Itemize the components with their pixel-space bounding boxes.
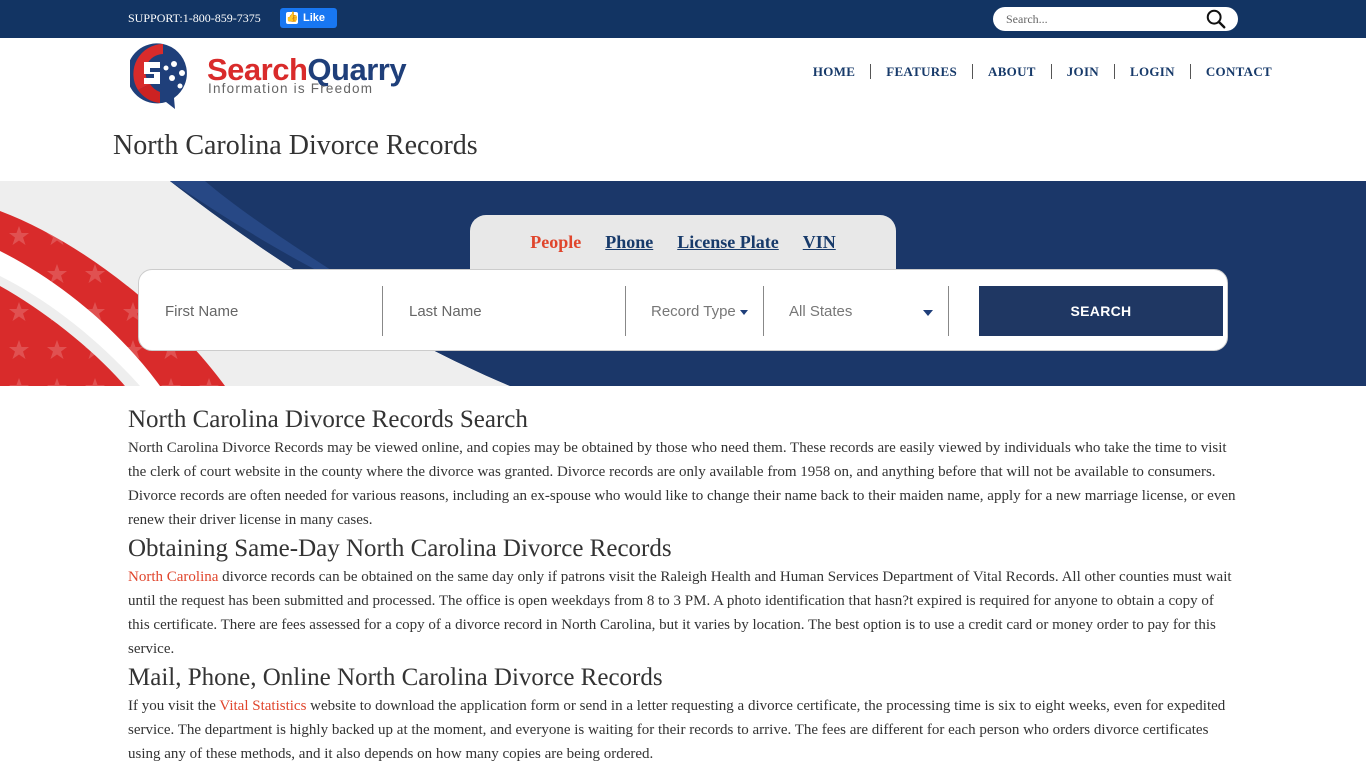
nav-contact[interactable]: CONTACT	[1191, 64, 1272, 79]
nav-features[interactable]: FEATURES	[871, 64, 973, 79]
site-logo[interactable]: SearchQuarry Information is Freedom	[130, 40, 430, 110]
tab-people[interactable]: People	[530, 232, 581, 253]
main-nav: HOME FEATURES ABOUT JOIN LOGIN CONTACT	[798, 64, 1272, 79]
nav-login[interactable]: LOGIN	[1115, 64, 1191, 79]
facebook-thumb-icon: 👍	[286, 12, 299, 24]
top-bar: SUPPORT:1-800-859-7375 👍 Like	[0, 0, 1366, 38]
paragraph-intro: North Carolina Divorce Records may be vi…	[128, 440, 1236, 528]
paragraph-mail-phone: If you visit the Vital Statistics websit…	[128, 698, 1226, 762]
vital-statistics-link[interactable]: Vital Statistics	[219, 698, 306, 714]
people-search-form: Record Type All States SEARCH	[138, 269, 1228, 351]
site-search	[993, 7, 1238, 31]
tab-vin[interactable]: VIN	[803, 232, 836, 253]
section-heading-mail-phone: Mail, Phone, Online North Carolina Divor…	[128, 664, 663, 691]
like-label: Like	[303, 12, 326, 24]
first-name-input[interactable]	[139, 286, 382, 336]
caret-down-icon	[923, 310, 933, 316]
logo-tagline: Information is Freedom	[208, 81, 374, 96]
section-heading-same-day: Obtaining Same-Day North Carolina Divorc…	[128, 535, 672, 562]
north-carolina-link[interactable]: North Carolina	[128, 569, 218, 585]
nav-about[interactable]: ABOUT	[973, 64, 1052, 79]
page-title: North Carolina Divorce Records	[113, 130, 478, 161]
hero-search-banner: People Phone License Plate VIN Record Ty…	[0, 181, 1366, 386]
site-search-input[interactable]	[1006, 10, 1196, 28]
logo-emblem-icon	[130, 43, 187, 109]
state-value: All States	[789, 302, 853, 320]
nav-join[interactable]: JOIN	[1052, 64, 1115, 79]
state-select[interactable]: All States	[764, 286, 949, 336]
search-type-tabs: People Phone License Plate VIN	[470, 215, 896, 270]
facebook-like-button[interactable]: 👍 Like	[280, 8, 337, 28]
section-heading-search: North Carolina Divorce Records Search	[128, 406, 528, 433]
caret-down-icon	[739, 309, 748, 315]
last-name-field-wrap	[383, 286, 626, 336]
paragraph-same-day: North Carolina divorce records can be ob…	[128, 569, 1232, 657]
record-type-select[interactable]: Record Type	[626, 286, 764, 336]
tab-license-plate[interactable]: License Plate	[677, 232, 778, 253]
first-name-field-wrap	[139, 286, 383, 336]
tab-phone[interactable]: Phone	[605, 232, 653, 253]
nav-home[interactable]: HOME	[798, 64, 872, 79]
article-content: North Carolina Divorce Records Search No…	[128, 404, 1238, 767]
record-type-value: Record Type	[651, 302, 736, 320]
support-phone: SUPPORT:1-800-859-7375	[128, 11, 261, 25]
last-name-input[interactable]	[383, 286, 625, 336]
search-icon[interactable]	[1205, 8, 1227, 30]
search-button[interactable]: SEARCH	[979, 286, 1223, 336]
